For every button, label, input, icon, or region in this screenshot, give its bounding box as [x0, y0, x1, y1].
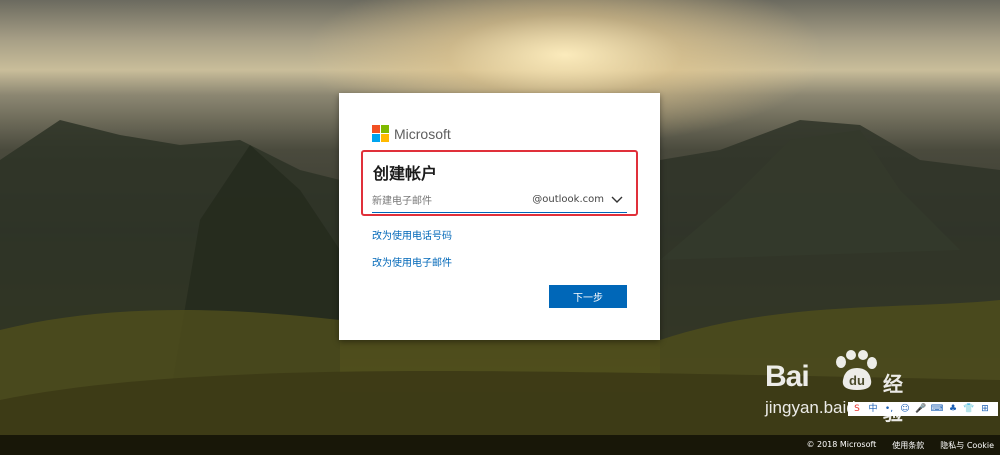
domain-select[interactable]: @outlook.com — [532, 194, 623, 205]
terms-link[interactable]: 使用条款 — [892, 440, 924, 451]
keyboard-icon[interactable]: ⌨ — [930, 402, 944, 416]
watermark-brand-latin: Bai — [765, 360, 810, 393]
punctuation-toggle[interactable]: •, — [882, 402, 896, 416]
microphone-icon[interactable]: 🎤 — [914, 402, 928, 416]
microsoft-logo-icon — [372, 125, 389, 142]
microsoft-logo: Microsoft — [372, 125, 451, 142]
chinese-mode-toggle[interactable]: 中 — [866, 402, 880, 416]
sogou-logo-icon[interactable]: S — [850, 402, 864, 416]
footer-bar: © 2018 Microsoft 使用条款 隐私与 Cookie — [0, 435, 1000, 455]
use-email-link[interactable]: 改为使用电子邮件 — [372, 254, 452, 269]
page-title: 创建帐户 — [373, 164, 438, 183]
baidu-paw-icon: du — [836, 350, 877, 390]
use-phone-link[interactable]: 改为使用电话号码 — [372, 227, 452, 242]
next-button[interactable]: 下一步 — [549, 285, 627, 308]
chevron-down-icon — [611, 196, 623, 203]
email-input[interactable] — [372, 192, 522, 210]
domain-value: @outlook.com — [532, 194, 604, 205]
emoji-icon[interactable]: ☺ — [898, 402, 912, 416]
skin-icon[interactable]: 👕 — [962, 402, 976, 416]
menu-grid-icon[interactable]: ⊞ — [978, 402, 992, 416]
ime-toolbar: S 中 •, ☺ 🎤 ⌨ ♣ 👕 ⊞ — [848, 402, 998, 416]
privacy-cookie-link[interactable]: 隐私与 Cookie — [940, 440, 994, 451]
svg-text:du: du — [849, 373, 865, 388]
brand-name: Microsoft — [394, 125, 451, 142]
copyright-text: © 2018 Microsoft — [806, 440, 877, 449]
email-field-row: @outlook.com — [372, 192, 627, 213]
tools-icon[interactable]: ♣ — [946, 402, 960, 416]
create-account-dialog: Microsoft 创建帐户 @outlook.com 改为使用电话号码 改为使… — [339, 93, 660, 340]
